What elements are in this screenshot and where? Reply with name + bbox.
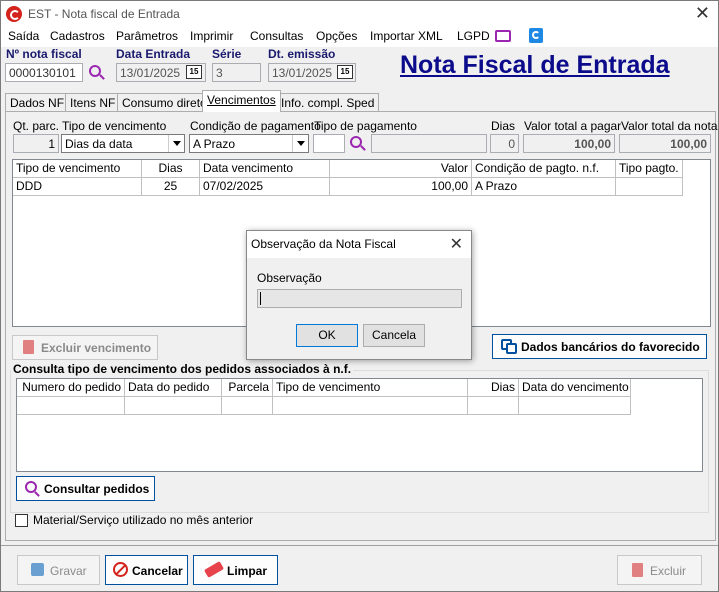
menu-saida[interactable]: Saída — [8, 29, 39, 43]
monitor-icon[interactable] — [495, 30, 511, 42]
dados-bancarios-button[interactable]: Dados bancários do favorecido — [492, 334, 707, 359]
table-cell[interactable] — [616, 178, 683, 196]
column-header[interactable]: Tipo pagto. — [616, 160, 683, 178]
ok-button[interactable]: OK — [296, 324, 358, 347]
footer-divider — [1, 545, 718, 546]
tipo-pagamento-code-field[interactable] — [313, 134, 345, 153]
calendar-icon[interactable]: 15 — [186, 65, 202, 79]
mes-anterior-checkbox[interactable] — [15, 514, 28, 527]
menu-bar: Saída Cadastros Parâmetros Imprimir Cons… — [1, 27, 718, 47]
tab-consumo-direto[interactable]: Consumo direto — [117, 93, 212, 111]
trash-icon — [632, 563, 643, 577]
app-shortcut-icon[interactable] — [529, 28, 543, 43]
menu-cadastros[interactable]: Cadastros — [50, 29, 105, 43]
tab-itens-nf[interactable]: Itens NF — [65, 93, 121, 111]
column-header[interactable]: Parcela — [222, 379, 273, 397]
cancela-button[interactable]: Cancela — [363, 324, 425, 347]
dias-field[interactable]: 0 — [490, 134, 519, 153]
valor-pagar-field: 100,00 — [523, 134, 615, 153]
column-header[interactable]: Data do pedido — [125, 379, 222, 397]
table-cell[interactable] — [468, 397, 519, 415]
tab-dados-nf[interactable]: Dados NF — [5, 93, 70, 111]
column-header[interactable]: Tipo de vencimento — [273, 379, 468, 397]
column-header[interactable]: Condição de pagto. n.f. — [472, 160, 616, 178]
tipo-pagamento-label: Tipo de pagamento — [314, 119, 417, 133]
valor-nota-field: 100,00 — [619, 134, 711, 153]
column-header[interactable]: Valor — [330, 160, 472, 178]
app-logo-icon — [6, 6, 22, 22]
menu-lgpd[interactable]: LGPD — [457, 29, 490, 43]
qt-parc-field[interactable]: 1 — [13, 134, 59, 153]
tab-vencimentos[interactable]: Vencimentos — [202, 90, 281, 112]
table-cell[interactable] — [519, 397, 631, 415]
pedidos-group-title: Consulta tipo de vencimento dos pedidos … — [11, 362, 354, 376]
table-cell[interactable]: DDD — [13, 178, 142, 196]
column-header[interactable]: Data do vencimento — [519, 379, 631, 397]
chevron-down-icon[interactable] — [292, 135, 308, 152]
copy-icon-front — [506, 343, 517, 354]
valor-pagar-label: Valor total a pagar — [524, 119, 622, 133]
table-cell[interactable] — [125, 397, 222, 415]
search-icon-handle — [360, 145, 366, 151]
table-cell[interactable]: 25 — [142, 178, 200, 196]
condicao-pagamento-label: Condição de pagamento — [190, 119, 321, 133]
series-label: Série — [212, 47, 242, 61]
pedidos-table[interactable]: Numero do pedido Data do pedido Parcela … — [16, 378, 703, 472]
close-icon[interactable]: ✕ — [450, 234, 463, 254]
tipo-pagamento-desc-field — [371, 134, 487, 153]
excluir-vencimento-button[interactable]: Excluir vencimento — [12, 335, 158, 360]
table-cell[interactable]: 07/02/2025 — [200, 178, 330, 196]
menu-parametros[interactable]: Parâmetros — [116, 29, 178, 43]
table-cell[interactable] — [222, 397, 273, 415]
qt-parc-label: Qt. parc. — [13, 119, 60, 133]
menu-imprimir[interactable]: Imprimir — [190, 29, 233, 43]
dias-label: Dias — [491, 119, 516, 133]
close-icon[interactable]: ✕ — [695, 3, 710, 24]
series-field[interactable]: 3 — [212, 63, 261, 82]
table-cell[interactable]: 100,00 — [330, 178, 472, 196]
cancelar-button[interactable]: Cancelar — [105, 555, 188, 585]
save-icon — [31, 563, 44, 576]
search-icon-handle — [99, 74, 105, 80]
column-header[interactable]: Numero do pedido — [17, 379, 125, 397]
emission-date-label: Dt. emissão — [268, 47, 336, 61]
trash-icon — [23, 340, 34, 354]
tipo-vencimento-label: Tipo de vencimento — [62, 119, 167, 133]
nf-number-label: Nº nota fiscal — [6, 47, 82, 61]
tipo-vencimento-select[interactable]: Dias da data — [61, 134, 185, 153]
chevron-down-icon[interactable] — [168, 135, 184, 152]
eraser-icon — [203, 561, 225, 578]
condicao-pagamento-select[interactable]: A Prazo — [189, 134, 309, 153]
page-title: Nota Fiscal de Entrada — [400, 51, 670, 79]
limpar-button[interactable]: Limpar — [193, 555, 278, 585]
observacao-label: Observação — [257, 271, 322, 285]
gravar-button[interactable]: Gravar — [17, 555, 100, 585]
observacao-field[interactable] — [257, 289, 462, 308]
text-cursor — [260, 292, 261, 305]
menu-importar-xml[interactable]: Importar XML — [370, 29, 443, 43]
mes-anterior-label: Material/Serviço utilizado no mês anteri… — [33, 513, 254, 527]
nf-number-field[interactable]: 0000130101 — [5, 63, 83, 82]
tab-info-compl-sped[interactable]: Info. compl. Sped — [276, 93, 380, 111]
dialog-title-bar: Observação da Nota Fiscal ✕ — [247, 231, 471, 258]
column-header[interactable]: Tipo de vencimento — [13, 160, 142, 178]
column-header[interactable]: Data vencimento — [200, 160, 330, 178]
observacao-dialog: Observação da Nota Fiscal ✕ Observação O… — [246, 230, 472, 360]
table-cell[interactable] — [273, 397, 468, 415]
table-cell[interactable] — [17, 397, 125, 415]
title-bar: EST - Nota fiscal de Entrada ✕ — [1, 1, 718, 27]
menu-consultas[interactable]: Consultas — [250, 29, 303, 43]
valor-nota-label: Valor total da nota — [621, 119, 718, 133]
search-icon-handle — [34, 491, 40, 497]
entry-date-label: Data Entrada — [116, 47, 191, 61]
column-header[interactable]: Dias — [142, 160, 200, 178]
calendar-icon[interactable]: 15 — [337, 65, 353, 79]
column-header[interactable]: Dias — [468, 379, 519, 397]
excluir-button[interactable]: Excluir — [617, 555, 702, 585]
window-title: EST - Nota fiscal de Entrada — [28, 7, 180, 21]
dialog-title: Observação da Nota Fiscal — [251, 237, 396, 251]
menu-opcoes[interactable]: Opções — [316, 29, 357, 43]
table-cell[interactable]: A Prazo — [472, 178, 616, 196]
consultar-pedidos-button[interactable]: Consultar pedidos — [16, 476, 155, 501]
